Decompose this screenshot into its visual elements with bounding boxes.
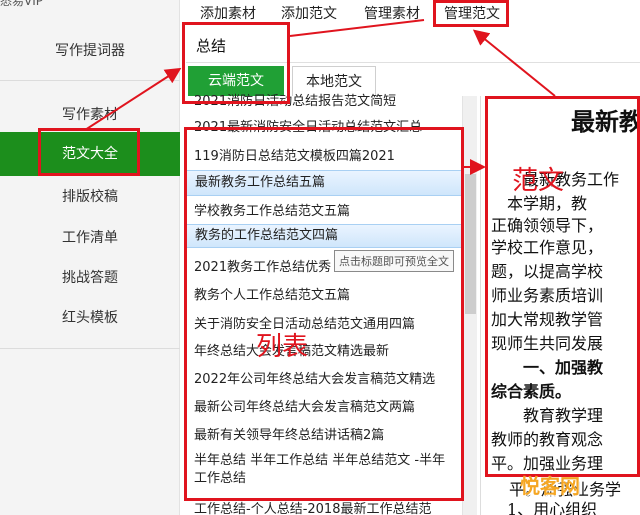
preview-line: 师业务素质培训 [491,286,604,305]
tab-add-sample[interactable]: 添加范文 [281,3,337,23]
list-item[interactable]: 最新公司年终总结大会发言稿范文两篇 [186,396,462,415]
list-item[interactable]: 关于消防安全日活动总结范文通用四篇 [186,313,462,332]
list-item[interactable]: 工作总结-个人总结-2018最新工作总结范 [186,498,462,515]
annotation-label-list: 列表 [256,332,309,362]
preview-line: 综合素质。 [491,382,572,401]
sample-list: 2021消防日活动总结报告范文简短 2021最新消防安全日活动总结范文汇总 11… [186,90,462,515]
list-item[interactable]: 年终总结大会发言稿范文精选最新 [186,340,462,359]
tab-add-material[interactable]: 添加素材 [200,3,256,23]
sidebar-divider [0,80,180,81]
preview-line: 现师生共同发展 [491,334,604,353]
list-item[interactable]: 教务个人工作总结范文五篇 [186,284,462,303]
list-item[interactable]: 2021消防日活动总结报告范文简短 [186,90,462,109]
list-item[interactable]: 学校教务工作总结范文五篇 [186,200,462,219]
sidebar-item-writing-prompt[interactable]: 写作提词器 [0,40,180,60]
document-preview: 最新教 最新教务工作 本学期，教 正确领领导下， 学校工作意见， 题，以提高学校… [480,96,640,515]
search-value: 总结 [196,37,227,55]
sidebar-item-proofreading[interactable]: 排版校稿 [0,186,180,206]
list-item[interactable]: 最新有关领导年终总结讲话稿2篇 [186,424,462,443]
sidebar: 悉易VIP 写作提词器 写作素材 范文大全 排版校稿 工作清单 挑战答题 红头模… [0,0,180,515]
tab-manage-material[interactable]: 管理素材 [364,3,420,23]
list-item[interactable]: 最新教务工作总结五篇 [186,170,462,196]
list-item[interactable]: 2021最新消防安全日活动总结范文汇总 [186,116,462,135]
list-item[interactable]: 119消防日总结范文模板四篇2021 [186,145,462,164]
list-item[interactable]: 2022年公司年终总结大会发言稿范文精选 [186,368,462,387]
watermark-logo: 悦客网 [520,474,580,498]
list-item[interactable]: 教务的工作总结范文四篇 [186,224,462,248]
sidebar-item-redhead-template[interactable]: 红头模板 [0,307,180,327]
annotation-label-preview: 范文 [512,166,565,196]
search-input[interactable]: 总结 [186,27,640,63]
app-vip-label: 悉易VIP [0,0,43,8]
scrollbar-thumb[interactable] [465,174,476,314]
preview-line: 学校工作意见， [491,238,604,257]
sidebar-item-samples[interactable]: 范文大全 [0,132,180,176]
sidebar-item-materials[interactable]: 写作素材 [0,104,180,124]
sidebar-item-worklist[interactable]: 工作清单 [0,227,180,247]
list-scrollbar[interactable] [462,96,477,515]
tab-manage-sample[interactable]: 管理范文 [444,3,500,23]
preview-line: 题，以提高学校 [491,262,604,281]
list-item[interactable]: 半年总结 半年工作总结 半年总结范文 -半年工作总结 [186,452,448,488]
sidebar-item-challenge-quiz[interactable]: 挑战答题 [0,267,180,287]
preview-line: 教师的教育观念 [491,430,604,449]
preview-title: 最新教 [571,107,640,136]
preview-line: 正确领领导下， [491,216,604,235]
preview-tooltip: 点击标题即可预览全文 [334,250,454,272]
preview-line: 加大常规教学管 [491,310,604,329]
sidebar-divider [0,348,180,349]
preview-line: 教育教学理 [523,406,604,425]
top-tab-bar: 添加素材 添加范文 管理素材 管理范文 [180,0,640,26]
preview-line: 一、加强教 [523,358,604,377]
